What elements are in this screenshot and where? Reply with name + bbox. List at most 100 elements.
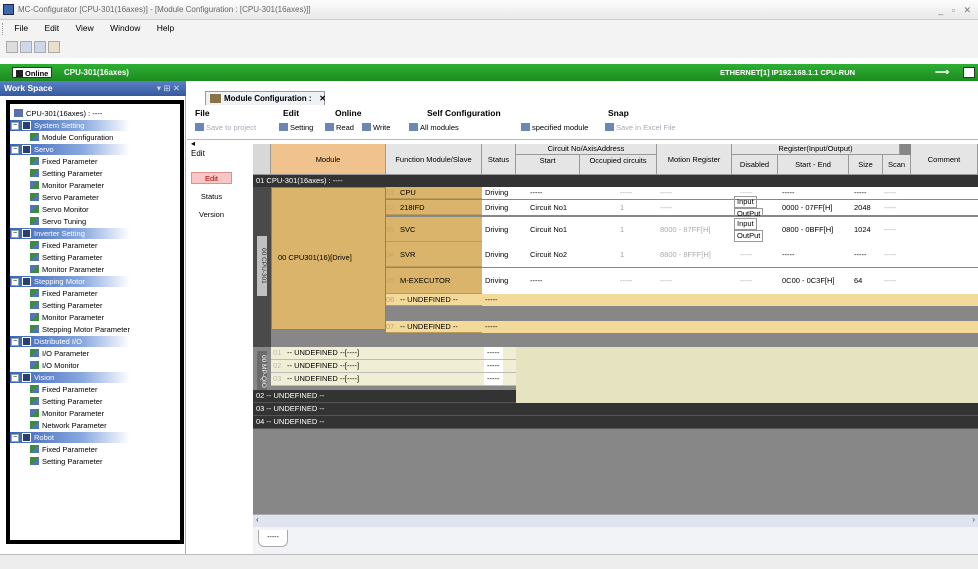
status-cell: Driving — [485, 224, 509, 234]
nav-edit[interactable]: Edit — [191, 172, 232, 184]
workspace-title: Work Space — [4, 83, 53, 93]
table-row[interactable]: 06 -- UNDEFINED -- ----- — [386, 294, 978, 306]
header-circuit-start: Start — [516, 155, 580, 175]
status-cell: Driving — [485, 276, 509, 285]
excel-icon — [605, 123, 614, 131]
register-size: 1024 — [854, 224, 871, 234]
horizontal-scrollbar[interactable]: ‹ › — [253, 514, 978, 527]
close-icon[interactable]: ✕ — [319, 92, 326, 105]
table-row[interactable]: 04 SVR Driving Circuit No2 1 8800 - 8FFF[H] --… — [386, 242, 978, 267]
scroll-right-icon[interactable]: › — [972, 515, 975, 524]
nav-version[interactable]: Version — [191, 209, 232, 221]
title-bar: MC-Configurator [CPU-301(16axes)] - [Mod… — [0, 0, 978, 20]
nav-status[interactable]: Status — [191, 191, 232, 203]
bottom-tab[interactable]: ----- — [258, 530, 288, 547]
register-scan: ----- — [884, 188, 897, 197]
table-row[interactable]: 03 SVC Driving Circuit No1 1 8000 - 87FF[H] In… — [386, 217, 978, 242]
tab-module-configuration[interactable]: Module Configuration : [CPU-301(16axes)]… — [205, 91, 326, 116]
function-module: M-EXECUTOR — [400, 276, 451, 285]
status-cell: ----- — [484, 347, 503, 359]
output-checkbox[interactable]: OutPut — [734, 229, 764, 242]
ribbon: File Save to project Edit Setting Online… — [187, 105, 978, 140]
ribbon-group-file: File — [195, 108, 210, 118]
register-size: ----- — [854, 188, 867, 197]
input-checkbox[interactable]: Input — [734, 195, 757, 208]
circuit-start: Circuit No1 — [530, 202, 568, 212]
menu-help[interactable]: Help — [157, 23, 174, 33]
window-controls[interactable]: _ ▫ ✕ — [938, 0, 974, 20]
online-icon — [16, 70, 23, 77]
table-row[interactable]: 05 M-EXECUTOR Driving ----- ----- ----- ----- 0… — [386, 268, 978, 294]
header-size: Size — [849, 155, 883, 175]
ribbon-group-self-configuration: Self Configuration — [427, 108, 501, 118]
save-in-excel-button[interactable]: Save in Excel File — [605, 123, 676, 132]
circuit-start: Circuit No1 — [530, 224, 568, 234]
save-icon[interactable] — [6, 41, 18, 53]
empty-slot-row[interactable]: 03 -- UNDEFINED -- — [253, 403, 978, 416]
motion-register: 8000 - 87FF[H] — [660, 224, 711, 234]
table-row[interactable]: 02 218IFD Driving Circuit No1 1 ----- Input Out… — [386, 195, 978, 220]
paste-icon[interactable] — [48, 41, 60, 53]
workspace-pin-icons[interactable]: ▾ ⊞ ✕ — [157, 81, 180, 96]
circuit-start: ----- — [530, 188, 543, 197]
nav-collapse-icon[interactable]: ◂ — [191, 139, 195, 148]
exit-icon[interactable] — [963, 67, 975, 78]
motion-register: ----- — [660, 188, 673, 197]
copy-icon[interactable] — [34, 41, 46, 53]
setting-button[interactable]: Setting — [279, 123, 313, 132]
save-to-project-button[interactable]: Save to project — [195, 123, 256, 132]
header-occupied: Occupied circuits — [580, 155, 657, 175]
table-row[interactable]: 07 -- UNDEFINED -- ----- — [386, 321, 978, 333]
row-number: 03 — [273, 374, 282, 383]
highlight-frame — [6, 100, 184, 544]
connection-info: ETHERNET[1] IP192.168.1.1 CPU-RUN — [720, 68, 856, 77]
register-start-end: 0C00 - 0C3F[H] — [782, 276, 835, 285]
menu-file[interactable]: File — [14, 23, 28, 33]
menu-window[interactable]: Window — [110, 23, 140, 33]
menu-bar: File Edit View Window Help — [0, 20, 978, 37]
header-comment: Comment — [911, 144, 978, 175]
slot-label: 03 -- UNDEFINED -- — [256, 404, 325, 413]
cpu-row[interactable]: 01 CPU-301(16axes) : ---- — [253, 175, 978, 187]
io-module-label: -- UNDEFINED --[----] — [287, 361, 360, 370]
cut-icon[interactable] — [20, 41, 32, 53]
slot-label: 04 -- UNDEFINED -- — [256, 417, 325, 426]
status-cell: ----- — [484, 360, 503, 372]
all-modules-button[interactable]: All modules — [409, 123, 459, 132]
specified-module-icon — [521, 123, 530, 131]
register-size: 64 — [854, 276, 863, 285]
specified-module-button[interactable]: specified module — [521, 123, 588, 132]
header-disabled: Disabled — [732, 155, 778, 175]
cpu-name: CPU-301(16axes) — [64, 68, 129, 77]
table-row[interactable]: 01 CPU Driving ----- ----- ----- ----- ----- ---… — [386, 187, 978, 199]
all-modules-icon — [409, 123, 418, 131]
ribbon-group-snap: Snap — [608, 108, 629, 118]
menu-edit[interactable]: Edit — [44, 23, 59, 33]
io-table-row[interactable]: 01 -- UNDEFINED --[----] ----- — [271, 347, 516, 360]
register-start-end: 0000 - 07FF[H] — [782, 202, 833, 212]
menu-view[interactable]: View — [75, 23, 93, 33]
module-config-icon — [210, 94, 221, 103]
ribbon-group-online: Online — [335, 108, 362, 118]
header-module: Module — [271, 144, 386, 175]
empty-slot-row[interactable]: 04 -- UNDEFINED -- — [253, 416, 978, 429]
input-checkbox[interactable]: Input — [734, 217, 757, 230]
io-table-row[interactable]: 02 -- UNDEFINED --[----] ----- — [271, 360, 516, 373]
module-block[interactable]: 00 CPU301(16)[Drive] — [271, 187, 386, 330]
function-module: -- UNDEFINED -- — [400, 322, 458, 331]
read-button[interactable]: Read — [325, 123, 354, 132]
status-cell: ----- — [485, 322, 498, 331]
scroll-left-icon[interactable]: ‹ — [256, 515, 259, 524]
online-badge: Online — [12, 67, 53, 78]
register-scan: ----- — [884, 249, 897, 259]
row-number: 06 — [386, 295, 395, 304]
status-cell: Driving — [485, 202, 509, 212]
write-button[interactable]: Write — [362, 123, 390, 132]
motion-register: ----- — [660, 202, 673, 212]
corner-cell — [253, 144, 271, 175]
occupied-circuits: 1 — [620, 202, 625, 212]
view-nav: ◂ Edit Edit Status Version — [187, 139, 247, 555]
row-details: Driving Circuit No1 1 8000 - 87FF[H] Input Ou… — [482, 217, 978, 242]
online-status-bar: Online CPU-301(16axes) ETHERNET[1] IP192… — [0, 64, 978, 81]
io-table-row[interactable]: 03 -- UNDEFINED --[----] ----- — [271, 373, 516, 386]
